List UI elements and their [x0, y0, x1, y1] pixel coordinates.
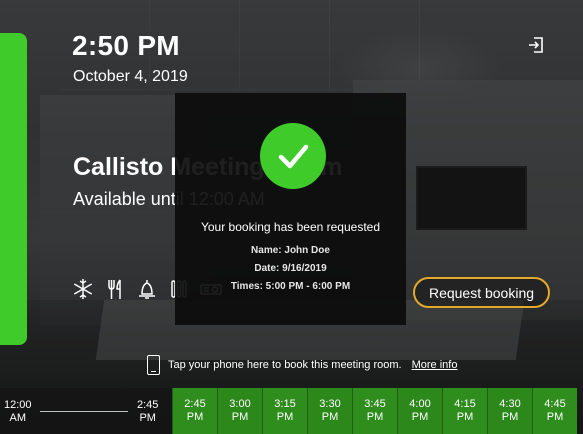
time-slot[interactable]: 4:15 PM	[442, 388, 487, 434]
snowflake-icon	[72, 278, 94, 300]
more-info-link[interactable]: More info	[412, 359, 458, 371]
nfc-prompt: Tap your phone here to book this meeting…	[147, 355, 457, 375]
booking-name: Name: John Doe	[251, 245, 330, 256]
time-slot[interactable]: 3:15 PM	[262, 388, 307, 434]
timeline-now-time: 2:45 PM	[137, 399, 159, 424]
time-slot[interactable]: 4:00 PM	[397, 388, 442, 434]
room-display-screen: 2:50 PM October 4, 2019 Callisto Meeting…	[0, 0, 583, 434]
timeline-start-time: 12:00 AM	[4, 399, 32, 424]
request-booking-button[interactable]: Request booking	[413, 277, 550, 308]
confirmation-title: Your booking has been requested	[200, 220, 381, 234]
utensils-icon	[104, 278, 126, 300]
logout-icon[interactable]	[527, 36, 545, 54]
time-slot[interactable]: 3:45 PM	[352, 388, 397, 434]
booking-times: Times: 5:00 PM - 6:00 PM	[230, 281, 351, 292]
booking-confirmation-dialog: Your booking has been requested Name: Jo…	[175, 93, 406, 325]
bell-icon	[136, 278, 158, 300]
booking-date: Date: 9/16/2019	[254, 263, 327, 274]
time-slot[interactable]: 2:45 PM	[172, 388, 217, 434]
current-date: October 4, 2019	[73, 68, 188, 85]
time-slot[interactable]: 3:30 PM	[307, 388, 352, 434]
nfc-text: Tap your phone here to book this meeting…	[168, 359, 402, 371]
time-slot[interactable]: 3:00 PM	[217, 388, 262, 434]
current-time: 2:50 PM	[72, 30, 180, 61]
phone-icon	[147, 355, 160, 375]
time-slot[interactable]: 4:30 PM	[487, 388, 532, 434]
availability-indicator	[0, 33, 27, 345]
schedule-timeline: 12:00 AM 2:45 PM 2:45 PM 3:00 PM 3:15 PM 3:30…	[0, 388, 583, 434]
time-slot[interactable]: 4:45 PM	[532, 388, 577, 434]
checkmark-icon	[260, 123, 326, 189]
timeline-past-range: 12:00 AM 2:45 PM	[0, 388, 172, 434]
